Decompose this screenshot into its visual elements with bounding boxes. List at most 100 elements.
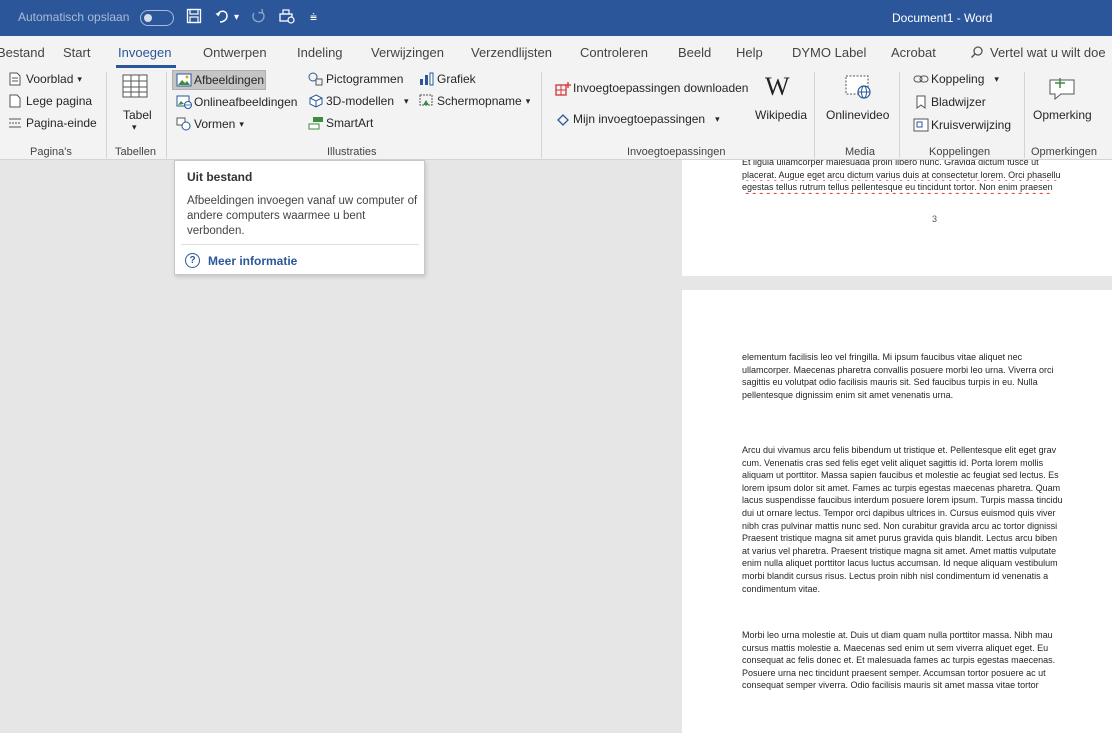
tooltip-help-link[interactable]: ? Meer informatie [185, 253, 297, 268]
tabel-label[interactable]: Tabel [123, 108, 152, 122]
chart-icon [419, 72, 434, 86]
tab-invoegen[interactable]: Invoegen [118, 45, 172, 60]
store-icon [555, 81, 571, 96]
chevron-down-icon: ▾ [404, 95, 409, 106]
tab-verzendlijsten[interactable]: Verzendlijsten [471, 45, 552, 60]
chevron-down-icon: ▾ [239, 118, 244, 129]
group-label-invoegtoepassingen: Invoegtoepassingen [627, 146, 726, 158]
group-separator [541, 72, 542, 158]
mijn-invoegtoepassingen-button[interactable]: Mijn invoegtoepassingen ▾ [555, 112, 720, 126]
page3-paragraph: Et ligula ullamcorper malesuada proin li… [742, 160, 1112, 194]
save-icon[interactable] [186, 8, 202, 29]
text-line: egestas tellus rutrum tellus pellentesqu… [742, 182, 1053, 193]
pagina-einde-label: Pagina-einde [26, 116, 97, 130]
tab-help[interactable]: Help [736, 45, 763, 60]
text-line: consequat semper viverra. Odio facilisis… [742, 680, 1039, 691]
vormen-button[interactable]: Vormen ▾ [176, 117, 244, 131]
ribbon: Voorblad ▾ Lege pagina Pagina-einde Pagin… [0, 68, 1112, 160]
wikipedia-icon[interactable]: W [765, 72, 790, 102]
text-line: nibh cras pulvinar mattis nunc sed. Non … [742, 520, 1058, 531]
group-label-koppelingen: Koppelingen [929, 146, 991, 158]
meer-informatie-link[interactable]: Meer informatie [208, 254, 297, 268]
document-page-3[interactable]: Et ligula ullamcorper malesuada proin li… [682, 160, 1112, 276]
tooltip-afbeeldingen: Uit bestand Afbeeldingen invoegen vanaf … [174, 160, 425, 275]
grafiek-button[interactable]: Grafiek [419, 72, 476, 86]
group-label-opmerkingen: Opmerkingen [1031, 146, 1098, 158]
page-number: 3 [932, 214, 938, 224]
vormen-label: Vormen [194, 117, 236, 131]
wikipedia-label[interactable]: Wikipedia [755, 108, 807, 122]
tooltip-title: Uit bestand [187, 170, 253, 184]
group-separator [166, 72, 167, 158]
text-line: enim nulla aliquet porttitor lacus luctu… [742, 558, 1058, 569]
autosave-toggle[interactable] [140, 10, 174, 26]
koppeling-button[interactable]: Koppeling ▾ [913, 72, 999, 86]
document-page-4[interactable]: elementum facilisis leo vel fringilla. M… [682, 290, 1112, 733]
pictogrammen-label: Pictogrammen [326, 72, 404, 86]
bookmark-icon [913, 95, 927, 109]
group-separator [899, 72, 900, 158]
chevron-down-icon: ▾ [77, 73, 82, 84]
text-line: Posuere urna nec tincidunt praesent semp… [742, 667, 1046, 678]
text-line: consequat ac felis donec et. Et malesuad… [742, 655, 1056, 666]
bladwijzer-button[interactable]: Bladwijzer [913, 95, 986, 109]
tab-bestand[interactable]: Bestand [0, 45, 45, 60]
lege-pagina-button[interactable]: Lege pagina [8, 94, 92, 108]
cube-icon [308, 94, 323, 108]
onlineafbeeldingen-button[interactable]: Onlineafbeeldingen [176, 95, 297, 109]
schermopname-button[interactable]: Schermopname ▾ [419, 94, 530, 108]
schermopname-label: Schermopname [437, 94, 522, 108]
voorblad-button[interactable]: Voorblad ▾ [8, 72, 82, 86]
tab-controleren[interactable]: Controleren [580, 45, 648, 60]
help-icon: ? [185, 253, 200, 268]
paragraph-3: Morbi leo urna molestie at. Duis ut diam… [742, 629, 1112, 692]
online-video-icon[interactable] [844, 74, 874, 103]
tell-me-search[interactable]: Vertel wat u wilt doe [990, 45, 1106, 60]
tabel-dropdown-icon[interactable]: ▾ [132, 122, 137, 133]
text-line: Arcu dui vivamus arcu felis bibendum ut … [742, 445, 1057, 455]
3d-modellen-button[interactable]: 3D-modellen ▾ [308, 94, 409, 108]
tab-ontwerpen[interactable]: Ontwerpen [203, 45, 267, 60]
group-label-paginas: Pagina's [30, 146, 72, 158]
afbeeldingen-label: Afbeeldingen [194, 73, 265, 87]
tab-verwijzingen[interactable]: Verwijzingen [371, 45, 444, 60]
document-canvas[interactable]: Et ligula ullamcorper malesuada proin li… [0, 160, 1112, 733]
tab-acrobat[interactable]: Acrobat [891, 45, 936, 60]
paragraph-1: elementum facilisis leo vel fringilla. M… [742, 351, 1112, 401]
group-label-media: Media [845, 146, 875, 158]
text-line: lacus suspendisse faucibus interdum posu… [742, 495, 1063, 506]
ribbon-tabs: Bestand Start Invoegen Ontwerpen Indelin… [0, 36, 1112, 68]
undo-dropdown-icon[interactable]: ▾ [234, 12, 239, 23]
tab-beeld[interactable]: Beeld [678, 45, 711, 60]
shapes-icon [176, 117, 191, 131]
tab-start[interactable]: Start [63, 45, 90, 60]
text-line: cum. Venenatis cras sed felis eget velit… [742, 457, 1044, 468]
chevron-down-icon: ▾ [994, 73, 999, 84]
tooltip-body: Afbeeldingen invoegen vanaf uw computer … [187, 195, 418, 237]
undo-icon[interactable] [214, 8, 232, 29]
kruisverwijzing-button[interactable]: Kruisverwijzing [913, 118, 1011, 132]
comment-icon[interactable] [1047, 74, 1077, 103]
table-icon[interactable] [122, 74, 148, 101]
chevron-down-icon: ▾ [715, 113, 720, 124]
smartart-button[interactable]: SmartArt [308, 116, 373, 130]
onlinevideo-label[interactable]: Onlinevideo [826, 108, 889, 122]
opmerking-label[interactable]: Opmerking [1033, 108, 1092, 122]
search-icon[interactable] [970, 45, 984, 62]
autosave-toggle-knob [144, 14, 152, 22]
customize-command-icon[interactable] [278, 8, 296, 29]
group-separator [814, 72, 815, 158]
pictogrammen-button[interactable]: Pictogrammen [308, 72, 403, 86]
group-label-tabellen: Tabellen [115, 146, 156, 158]
tab-dymo-label[interactable]: DYMO Label [792, 45, 866, 60]
quick-access-menu-icon[interactable]: ⩧ [310, 10, 317, 25]
redo-icon[interactable] [250, 8, 266, 29]
invoegtoepassingen-downloaden-button[interactable]: Invoegtoepassingen downloaden [555, 81, 748, 96]
picture-icon [176, 73, 192, 87]
tab-indeling[interactable]: Indeling [297, 45, 343, 60]
text-line: Et ligula ullamcorper malesuada proin li… [742, 160, 1039, 167]
pagina-einde-button[interactable]: Pagina-einde [8, 116, 97, 130]
autosave-label: Automatisch opslaan [18, 10, 130, 24]
afbeeldingen-button[interactable]: Afbeeldingen [176, 73, 264, 87]
3d-modellen-label: 3D-modellen [326, 94, 395, 108]
